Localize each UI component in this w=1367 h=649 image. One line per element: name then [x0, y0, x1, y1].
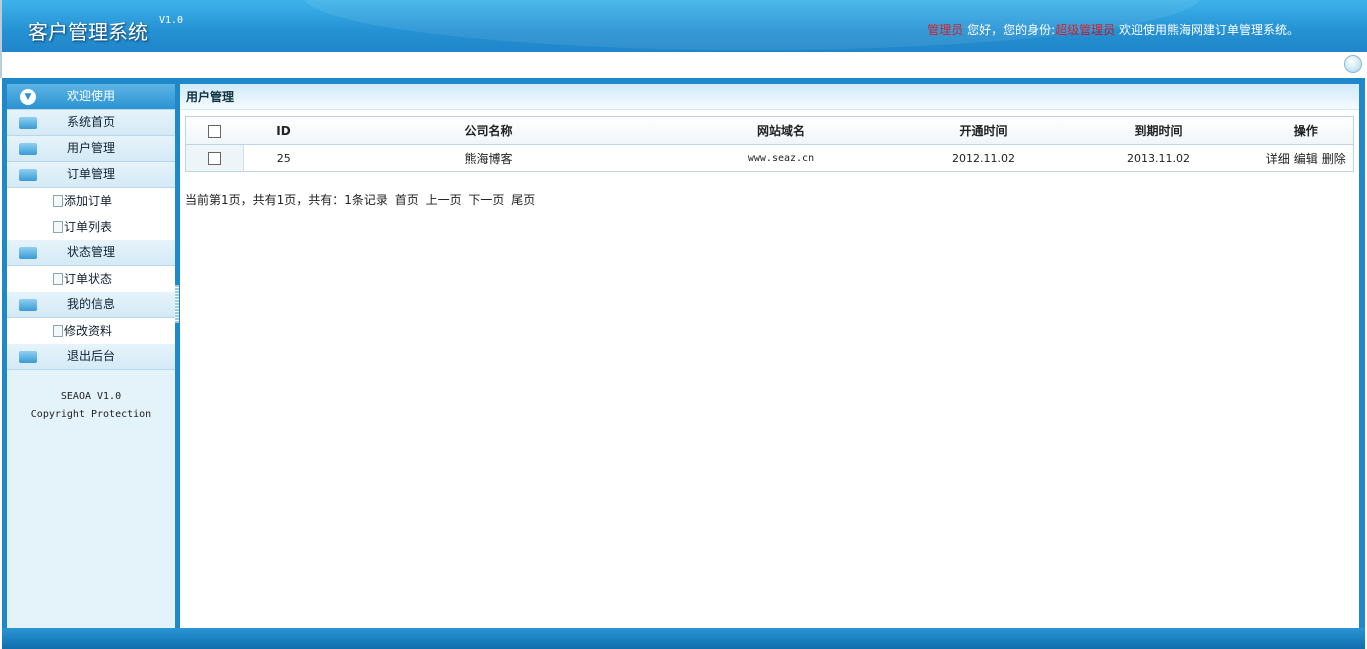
- folder-icon: [19, 143, 37, 155]
- cell-start: 2012.11.02: [952, 151, 1015, 165]
- section-label: 订单管理: [67, 167, 116, 181]
- edit-link[interactable]: 编辑: [1294, 152, 1318, 166]
- section-label: 状态管理: [67, 245, 116, 259]
- item-label: 添加订单: [64, 194, 113, 208]
- column-header-end: 到期时间: [1058, 116, 1259, 145]
- column-header-start: 开通时间: [908, 116, 1059, 145]
- welcome-message: 管理员 您好，您的身份:超级管理员 欢迎使用熊海网建订单管理系统。: [927, 21, 1299, 38]
- sidebar-section-status[interactable]: 状态管理: [7, 240, 175, 266]
- copyright-version: SEAOA V1.0: [60, 391, 122, 402]
- table-row: 25 熊海博客 www.seaz.cn 2012.11.02 2013.11.0…: [185, 144, 1354, 172]
- section-label: 系统首页: [67, 115, 116, 129]
- app-version: V1.0: [159, 15, 184, 26]
- folder-icon: [19, 117, 37, 129]
- sidebar-section-orders[interactable]: 订单管理: [7, 162, 175, 188]
- user-role: 超级管理员: [1055, 23, 1116, 37]
- pagination: 当前第1页，共有1页，共有：1条记录 首页 上一页 下一页 尾页: [185, 191, 538, 208]
- page-title: 用户管理: [180, 84, 1359, 110]
- section-label: 我的信息: [67, 297, 116, 311]
- table-header: ID 公司名称 网站域名 开通时间 到期时间 操作: [185, 116, 1354, 145]
- document-icon: [53, 221, 63, 233]
- first-page-link[interactable]: 首页: [395, 193, 419, 207]
- select-all-checkbox[interactable]: [208, 124, 222, 138]
- prev-page-link[interactable]: 上一页: [426, 193, 462, 207]
- select-all-cell: [185, 116, 244, 145]
- section-label: 用户管理: [67, 141, 116, 155]
- sidebar-item-order-list[interactable]: 订单列表: [7, 214, 175, 240]
- folder-icon: [19, 299, 37, 311]
- detail-link[interactable]: 详细: [1266, 152, 1290, 166]
- cell-company: 熊海博客: [464, 151, 513, 166]
- delete-link[interactable]: 删除: [1322, 152, 1346, 166]
- welcome-text: 欢迎使用熊海网建订单管理系统。: [1118, 23, 1299, 37]
- sidebar-item-edit-profile[interactable]: 修改资料: [7, 318, 175, 344]
- cell-id: 25: [276, 151, 291, 165]
- document-icon: [53, 325, 63, 337]
- chevron-down-icon: ▼: [20, 89, 36, 105]
- sidebar-section-my-info[interactable]: 我的信息: [7, 292, 175, 318]
- column-header-actions: 操作: [1258, 116, 1354, 145]
- folder-icon: [19, 351, 37, 363]
- column-header-company: 公司名称: [323, 116, 654, 145]
- section-label: 欢迎使用: [67, 89, 116, 103]
- next-page-link[interactable]: 下一页: [468, 193, 504, 207]
- folder-icon: [19, 247, 37, 259]
- sidebar: ▼ 欢迎使用 系统首页 用户管理 订单管理 添加订单 订单列表 状态管理 订单状态…: [7, 84, 175, 628]
- sidebar-section-logout[interactable]: 退出后台: [7, 344, 175, 370]
- sidebar-section-home[interactable]: 系统首页: [7, 110, 175, 136]
- cell-domain: www.seaz.cn: [747, 152, 815, 164]
- sidebar-section-welcome[interactable]: ▼ 欢迎使用: [7, 84, 175, 110]
- item-label: 订单列表: [64, 220, 113, 234]
- last-page-link[interactable]: 尾页: [511, 193, 535, 207]
- sidebar-item-add-order[interactable]: 添加订单: [7, 188, 175, 214]
- document-icon: [53, 195, 63, 207]
- sidebar-item-order-status[interactable]: 订单状态: [7, 266, 175, 292]
- cell-actions: 详细 编辑 删除: [1259, 145, 1354, 172]
- app-title: 客户管理系统: [28, 20, 148, 44]
- copyright: SEAOA V1.0 Copyright Protection: [7, 388, 175, 424]
- user-name: 管理员: [927, 23, 964, 37]
- greeting: 您好，您的身份:: [967, 23, 1056, 37]
- section-label: 退出后台: [67, 349, 116, 363]
- footer: [2, 628, 1365, 649]
- header: 客户管理系统 V1.0 管理员 您好，您的身份:超级管理员 欢迎使用熊海网建订单…: [0, 0, 1367, 52]
- power-icon[interactable]: [1344, 55, 1362, 73]
- row-checkbox[interactable]: [208, 151, 221, 165]
- sidebar-section-users[interactable]: 用户管理: [7, 136, 175, 162]
- main-panel: 用户管理 ID 公司名称 网站域名 开通时间 到期时间 操作 25 熊海博客 w…: [180, 84, 1359, 628]
- folder-icon: [19, 169, 37, 181]
- item-label: 订单状态: [64, 272, 113, 286]
- user-table: ID 公司名称 网站域名 开通时间 到期时间 操作 25 熊海博客 www.se…: [185, 116, 1354, 172]
- copyright-text: Copyright Protection: [30, 409, 152, 420]
- pagination-info: 当前第1页，共有1页，共有：1条记录: [185, 193, 388, 207]
- cell-end: 2013.11.02: [1127, 151, 1190, 165]
- row-select-cell: [185, 144, 244, 172]
- sidebar-resize-handle[interactable]: [175, 285, 179, 323]
- document-icon: [53, 273, 63, 285]
- column-header-domain: 网站域名: [653, 116, 909, 145]
- top-toolbar: [0, 52, 1367, 78]
- item-label: 修改资料: [64, 324, 113, 338]
- column-header-id: ID: [243, 116, 324, 145]
